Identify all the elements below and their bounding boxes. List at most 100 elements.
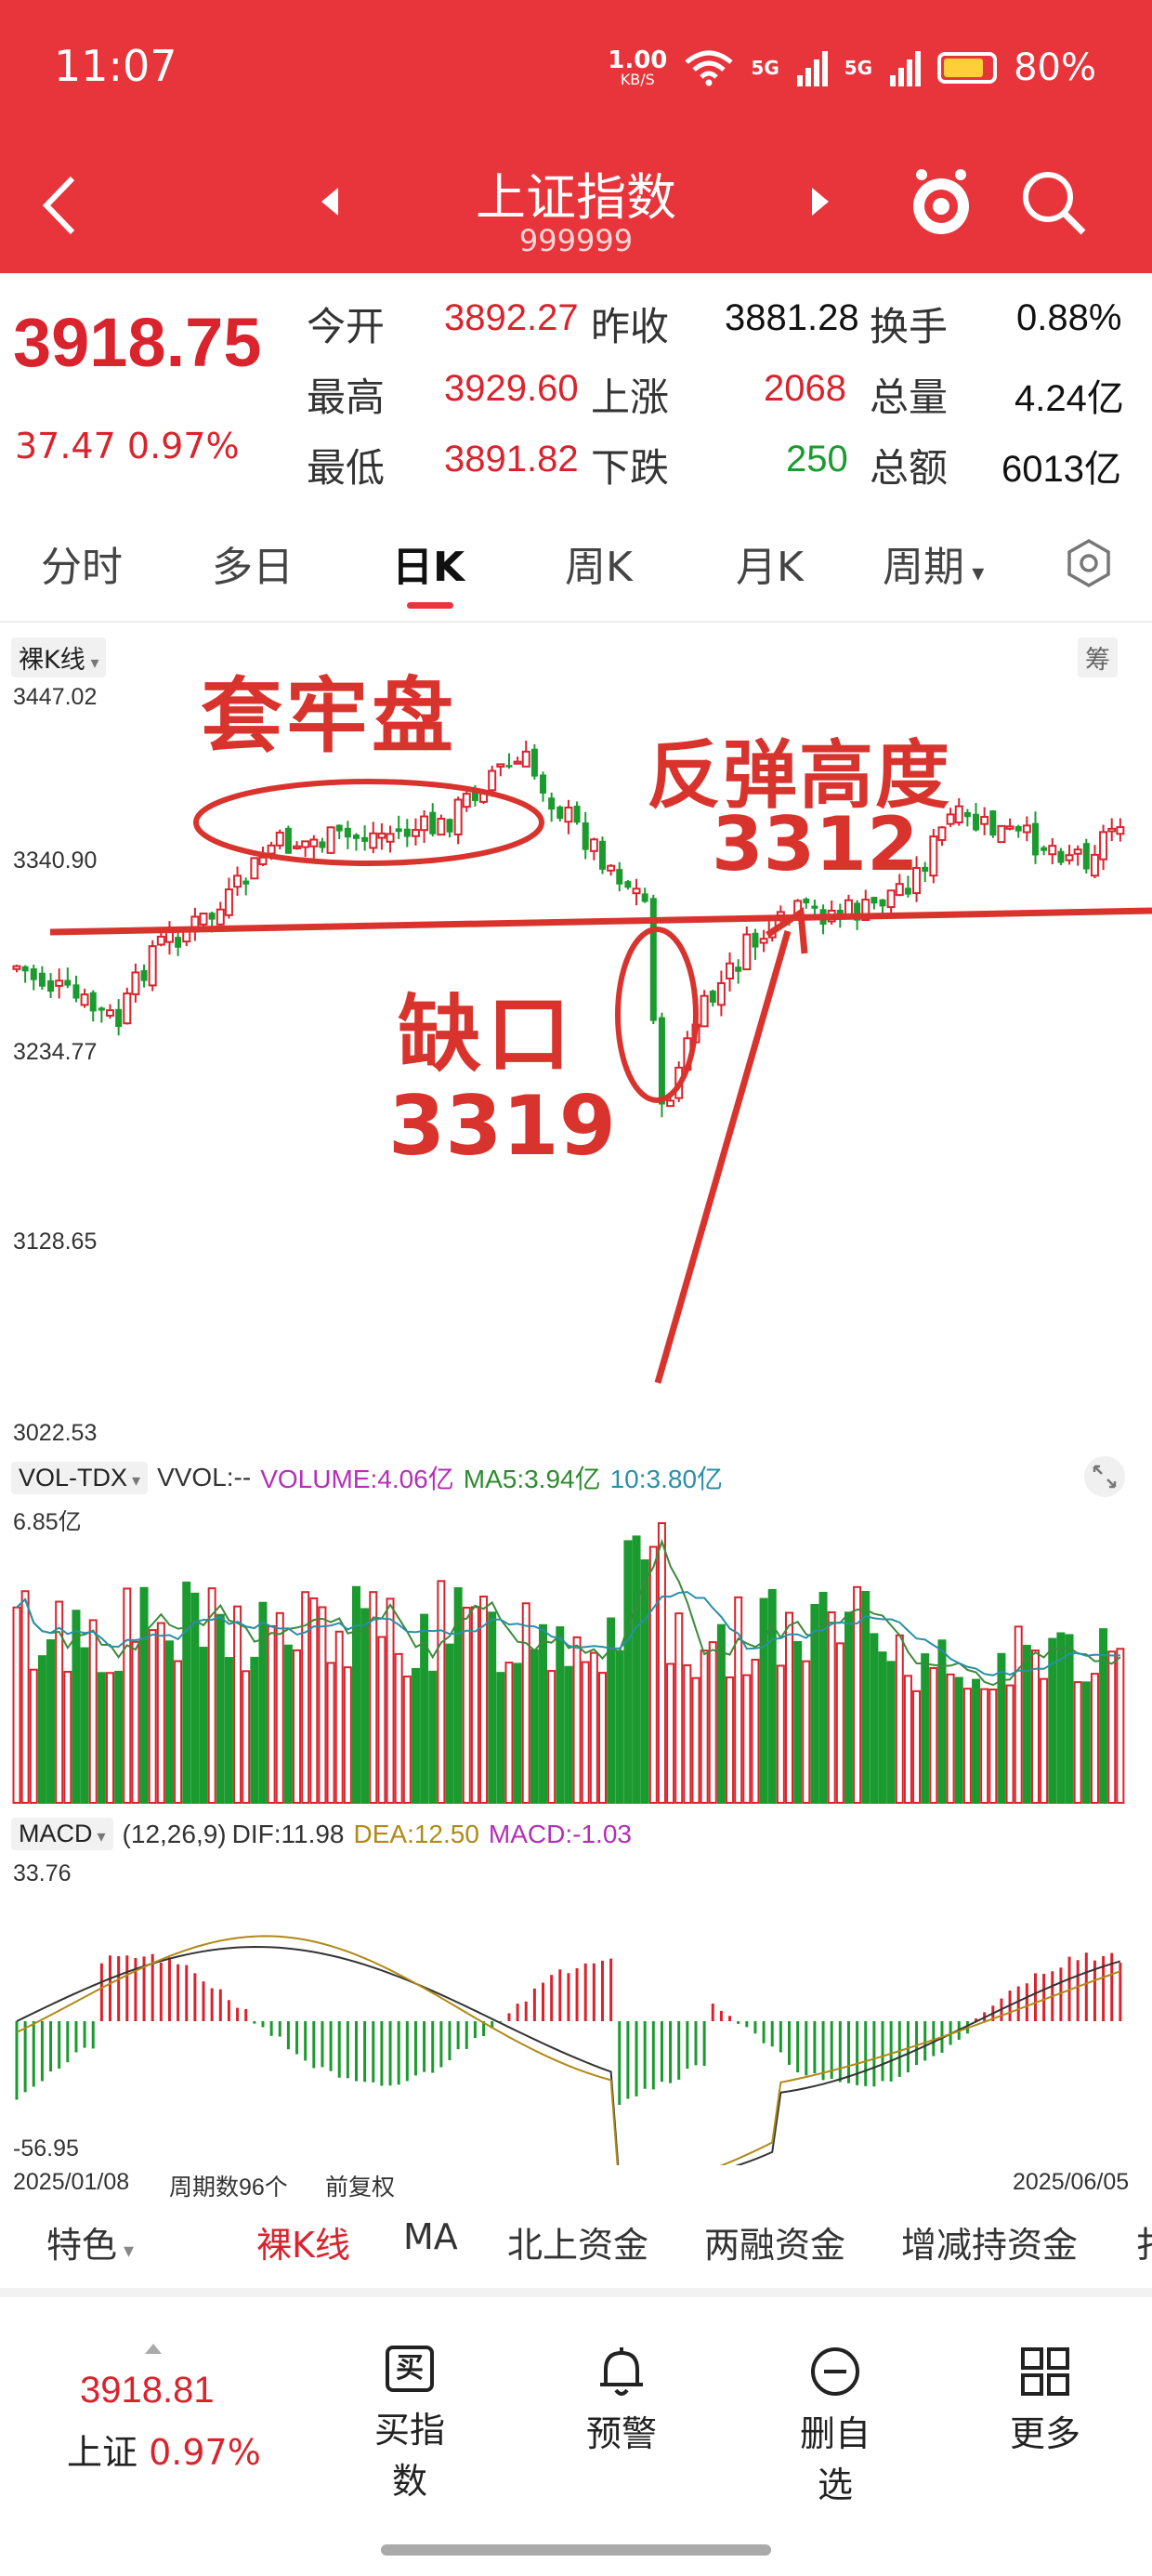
volume-chart[interactable] [0, 1496, 1152, 1808]
stock-code: 999999 [518, 223, 634, 258]
volume-bar-up [1005, 1684, 1015, 1804]
volume-bar-up [334, 1630, 344, 1804]
remove-watchlist-button[interactable]: 删自选 [784, 2346, 886, 2507]
volume-bar-down [258, 1601, 268, 1805]
volume-bar-up [853, 1585, 862, 1805]
tab-weekly-k[interactable]: 周K [565, 533, 633, 593]
macd-indicator-dropdown[interactable]: MACD ▾ [11, 1818, 113, 1850]
ma10-value: 10:3.80亿 [609, 1465, 724, 1493]
minus-circle-icon [811, 2347, 859, 2396]
footer-index-name: 上证 [67, 2432, 138, 2473]
macd-legend: MACD ▾ (12,26,9) DIF:11.98 DEA:12.50 MAC… [11, 1818, 632, 1850]
down-count-label: 下跌 [591, 445, 670, 491]
buy-icon: 买 [386, 2346, 434, 2392]
macd-chart[interactable] [0, 1859, 1152, 2165]
volume-bar-up [988, 1689, 998, 1804]
vol-indicator-label: VOL-TDX [19, 1463, 128, 1492]
volume-bar-up [63, 1670, 72, 1804]
volume-bar-up [734, 1596, 743, 1804]
volume-bar-up [504, 1662, 514, 1804]
volume-bar-up [20, 1590, 30, 1804]
volume-bar-down [445, 1643, 454, 1804]
volume-bar-down [972, 1678, 981, 1804]
bottom-tab-margin[interactable]: 两融资金 [704, 2216, 845, 2267]
volume-bar-up [123, 1587, 132, 1805]
bottom-tab-feature[interactable]: 特色 ▾ [46, 2216, 134, 2267]
volume-bar-down [351, 1585, 360, 1804]
alert-button[interactable]: 预警 [570, 2346, 673, 2456]
high-value: 3929.60 [444, 368, 579, 409]
ma10-line [16, 1591, 1120, 1676]
volume-bar-up [156, 1622, 165, 1804]
volume-bar-up [369, 1591, 378, 1804]
high-label: 最高 [307, 375, 386, 420]
annotation-line-resistance [49, 907, 1152, 936]
tab-multiday[interactable]: 多日 [212, 533, 294, 593]
bottom-tab-more-clipped[interactable]: 扌 [1135, 2216, 1152, 2267]
volume-bar-up [802, 1660, 811, 1804]
annotation-arrow-shaft [654, 930, 792, 1384]
volume-bar-down [216, 1613, 225, 1804]
price-change: 37.47 0.97% [15, 426, 240, 467]
tab-daily-k[interactable]: 日K [392, 533, 465, 593]
volume-bar-down [1065, 1634, 1074, 1804]
volume-bar-up [674, 1612, 684, 1805]
footer-index-info: 上证 0.97% [67, 2424, 261, 2475]
signal-5g-label: 5G [751, 57, 779, 79]
divider [0, 621, 1152, 623]
volume-bar-down [428, 1670, 438, 1804]
volume-bar-up [581, 1661, 590, 1804]
vol-indicator-dropdown[interactable]: VOL-TDX ▾ [11, 1461, 149, 1494]
volume-bar-down [539, 1623, 548, 1804]
net-speed: 1.00 [608, 46, 668, 74]
volume-bar-down [759, 1597, 768, 1805]
volume-bar-down [886, 1661, 896, 1804]
more-button[interactable]: 更多 [994, 2346, 1096, 2456]
adjust-mode: 前复权 [325, 2175, 396, 2201]
divider [0, 2288, 1152, 2297]
volume-bar-down [114, 1670, 124, 1804]
volume-bar-down [997, 1652, 1006, 1804]
bottom-tab-shareholding[interactable]: 增减持资金 [901, 2216, 1078, 2267]
volume-bar-down [793, 1640, 803, 1804]
change-value: 37.47 [15, 426, 116, 467]
volume-bar-up [12, 1606, 21, 1805]
volume-bar-up [326, 1662, 335, 1804]
bottom-tab-naked-k[interactable]: 裸K线 [256, 2216, 350, 2267]
volume-bar-up [470, 1606, 479, 1804]
volume-bar-up [691, 1676, 700, 1804]
volume-bar-down [623, 1540, 633, 1804]
bottom-tab-ma[interactable]: MA [403, 2216, 458, 2257]
buy-index-button[interactable]: 买 买指数 [359, 2346, 461, 2504]
volume-bar-up [895, 1634, 904, 1804]
annotation-ellipse-gap [615, 927, 699, 1103]
volume-bar-up [148, 1629, 157, 1804]
volume-bar-up [700, 1649, 709, 1804]
volume-bar-down [513, 1663, 522, 1804]
macd-value: MACD:-1.03 [488, 1819, 632, 1848]
dea-value: DEA:12.50 [353, 1819, 479, 1848]
tab-intraday[interactable]: 分时 [41, 533, 123, 593]
vvol-value: VVOL:-- [157, 1463, 252, 1492]
settings-hex-icon[interactable] [1063, 537, 1115, 589]
volume-bar-down [80, 1647, 89, 1804]
remove-watchlist-label: 删自选 [799, 2413, 871, 2505]
volume-bar-up [708, 1641, 717, 1804]
volume-bar-down [607, 1617, 616, 1804]
dif-value: DIF:11.98 [231, 1819, 345, 1848]
grid-icon [1021, 2347, 1069, 2396]
volume-bar-up [106, 1672, 115, 1804]
amount-value: 6013亿 [1001, 449, 1121, 490]
tab-monthly-k[interactable]: 月K [736, 533, 804, 593]
volume-bar-up [648, 1545, 658, 1804]
wifi-icon [685, 50, 734, 86]
volume-bar-down [37, 1655, 46, 1804]
annotation-ellipse-trapped [193, 779, 544, 866]
volume-bar-up [88, 1619, 98, 1804]
up-count-value: 2068 [764, 368, 846, 409]
expand-icon[interactable] [1083, 1455, 1126, 1498]
volume-bar-up [929, 1666, 938, 1804]
dea-line [16, 1935, 1121, 2165]
tab-period[interactable]: 周期 ▾ [883, 533, 984, 593]
bottom-tab-northbound[interactable]: 北上资金 [507, 2216, 648, 2267]
